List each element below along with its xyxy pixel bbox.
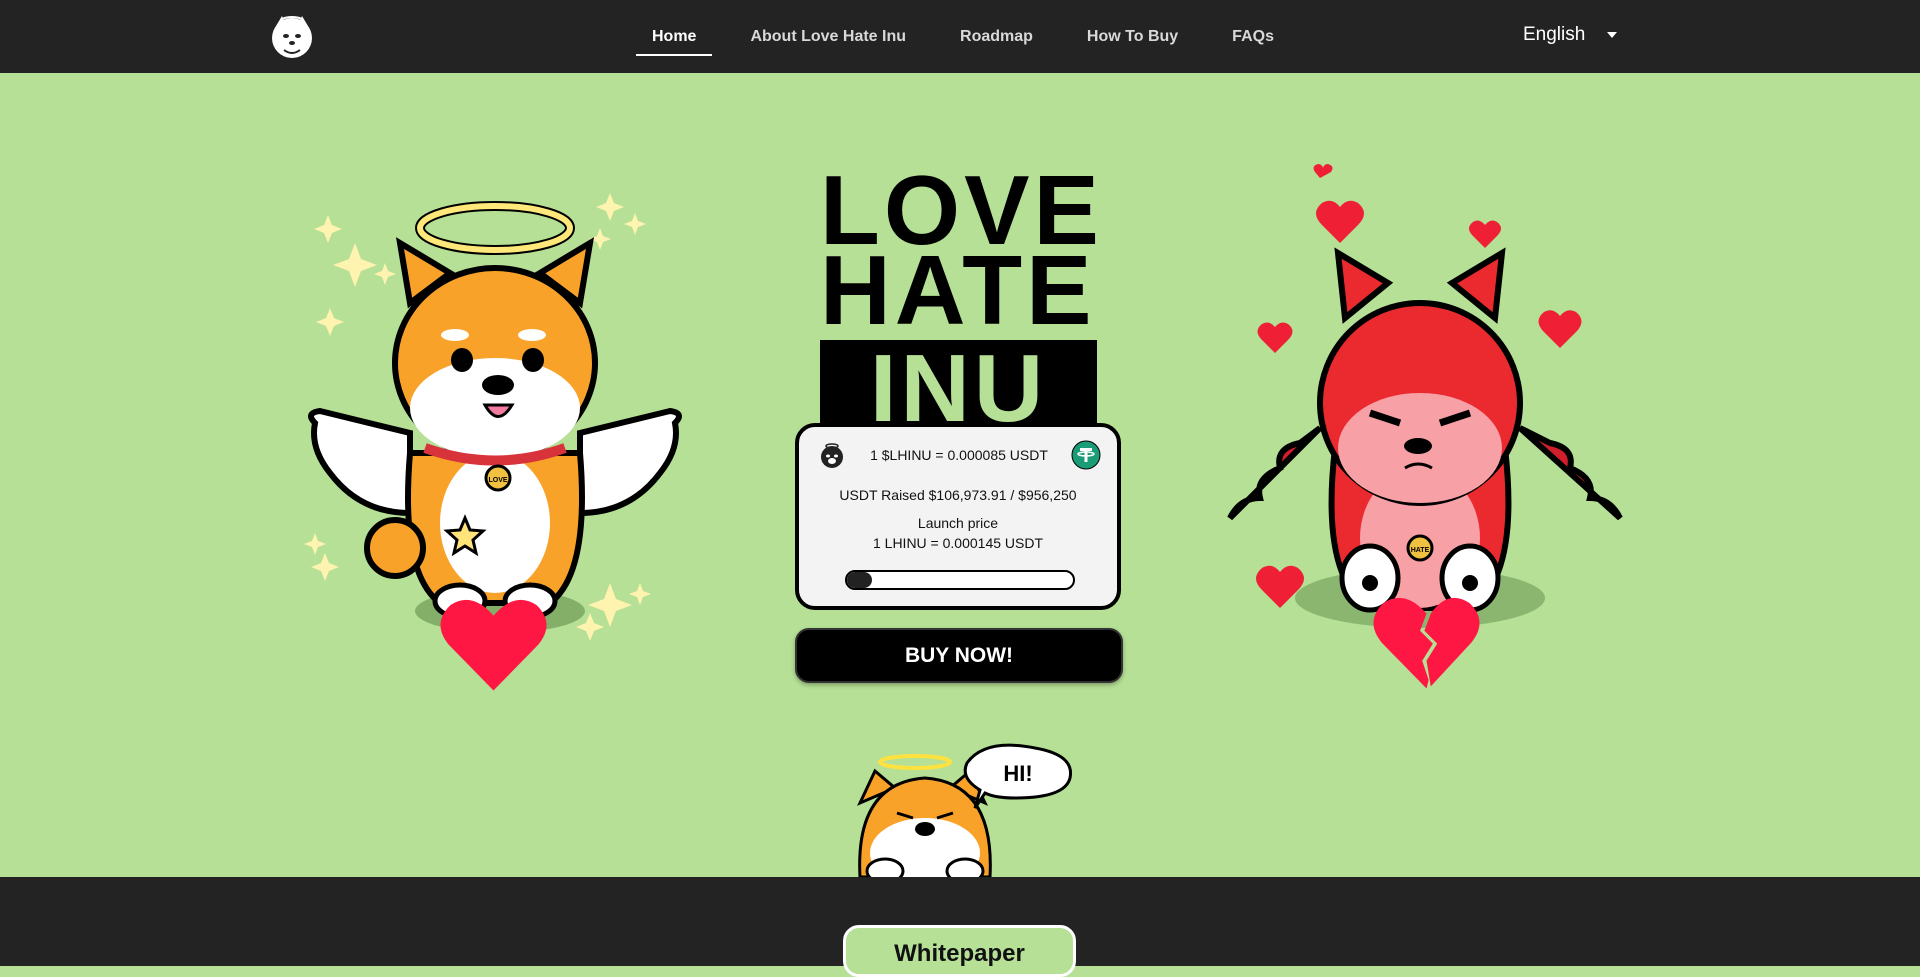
angel-collar-badge: LOVE <box>488 477 507 484</box>
speech-bubble-text: HI! <box>1003 761 1032 786</box>
hero-section: LOVE LOVE HATE INU HATE 1 $LHINU = 0.000… <box>0 73 1920 877</box>
title-hate: HATE <box>820 235 1096 345</box>
main-nav: Home About Love Hate Inu Roadmap How To … <box>635 0 1328 73</box>
nav-home[interactable]: Home <box>635 28 714 56</box>
nav-roadmap[interactable]: Roadmap <box>960 28 1033 46</box>
whitepaper-button[interactable]: Whitepaper <box>843 925 1076 977</box>
presale-widget: 1 $LHINU = 0.000085 USDT USDT Raised $10… <box>795 423 1121 610</box>
raised-amount: USDT Raised $106,973.91 / $956,250 <box>839 487 1077 503</box>
rate-text: 1 $LHINU = 0.000085 USDT <box>870 447 1048 463</box>
launch-price-label: Launch price <box>917 515 999 531</box>
language-selector[interactable]: English <box>1523 24 1618 46</box>
nav-about[interactable]: About Love Hate Inu <box>750 28 906 46</box>
nav-how-to-buy[interactable]: How To Buy <box>1087 28 1178 46</box>
peeking-dog-illustration: HI! <box>856 743 1073 877</box>
rate-row: 1 $LHINU = 0.000085 USDT <box>817 439 1101 471</box>
devil-collar-badge: HATE <box>1411 547 1430 554</box>
broken-heart-icon <box>1373 597 1480 689</box>
usdt-icon <box>1071 440 1101 470</box>
dog-logo-icon[interactable] <box>268 12 316 60</box>
nav-faqs[interactable]: FAQs <box>1232 28 1274 46</box>
love-hate-inu-title: LOVE HATE INU <box>820 161 1100 442</box>
language-label: English <box>1523 24 1586 45</box>
top-navigation-bar: Home About Love Hate Inu Roadmap How To … <box>0 0 1920 73</box>
progress-fill <box>847 572 873 588</box>
lhinu-token-icon <box>821 443 843 468</box>
presale-progress-bar <box>845 570 1075 590</box>
heart-icon <box>440 599 547 691</box>
launch-price-value: 1 LHINU = 0.000145 USDT <box>872 535 1044 551</box>
angel-dog-illustration: LOVE <box>304 193 682 641</box>
buy-now-button[interactable]: BUY NOW! <box>795 628 1123 683</box>
chevron-down-icon <box>1607 32 1618 38</box>
